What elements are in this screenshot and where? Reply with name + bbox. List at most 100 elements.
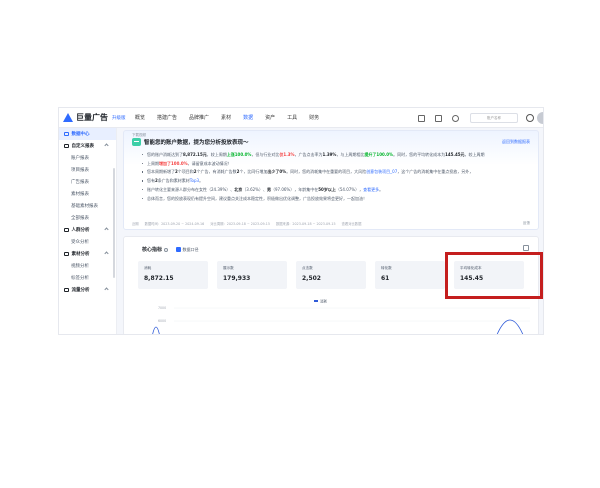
- insight-body: 您的账户消耗达到了8,872.15元，较上周期上涨100.0%，但与行业对比仅1…: [142, 151, 534, 203]
- sidebar-item-6[interactable]: 基础素材报表: [59, 200, 116, 212]
- main-nav: 概览 搭建广告 品牌推广 素材 数据 资产 工具 财务: [129, 114, 325, 121]
- y-tick-7000: 7000: [158, 306, 166, 310]
- user-avatar[interactable]: [537, 112, 543, 124]
- insight-footer-item: 数据时间：2023-09-20 ~ 2024-09-16: [144, 222, 205, 226]
- sidebar-item-5[interactable]: 素材报表: [59, 188, 116, 200]
- insight-text: （97.06%），年龄集中在: [270, 186, 319, 192]
- sidebar-item-label: 素材报表: [71, 192, 89, 197]
- feedback-link[interactable]: 反馈: [523, 221, 530, 226]
- notification-icon[interactable]: [435, 114, 442, 122]
- sidebar-item-10[interactable]: 素材分析: [59, 248, 116, 260]
- kpi-value: 61: [381, 275, 390, 282]
- chevron-up-icon: [104, 287, 109, 292]
- kpi-card[interactable]: 转化数 61: [375, 261, 445, 289]
- nav-item-3[interactable]: 素材: [215, 114, 237, 121]
- insight-text: 提升了100.0%: [364, 152, 394, 157]
- sidebar-item-label: 广告报表: [71, 180, 89, 185]
- insight-footer-item[interactable]: 查看对比数据: [342, 221, 362, 226]
- nav-item-7[interactable]: 财务: [303, 114, 325, 121]
- chevron-up-icon: [104, 227, 109, 232]
- sidebar-item-1[interactable]: 自定义报表: [59, 140, 116, 152]
- sidebar-item-11[interactable]: 视频分析: [59, 260, 116, 272]
- sidebar-item-label: 账户报表: [71, 156, 89, 161]
- insight-text: 条广告和素材素材: [157, 178, 190, 184]
- sidebar-item-12[interactable]: 标签分析: [59, 272, 116, 284]
- insight-text: 。同时，您的平均转化成本为: [393, 152, 446, 157]
- kpi-label: 点击数: [302, 266, 313, 270]
- help-icon[interactable]: [452, 114, 459, 122]
- insight-bullet: 您本周期新增了2个项目和2个广告，有消耗广告数2个，比同行增加出少了0%。同时，…: [142, 168, 534, 175]
- sidebar-item-icon: [64, 251, 69, 257]
- sidebar-item-13[interactable]: 流量分析: [59, 284, 116, 296]
- insight-link[interactable]: 创意包装项目_07: [366, 169, 397, 174]
- top-navigation-bar: 巨量广告 升级版 概览 搭建广告 品牌推广 素材 数据 资产 工具 财务 账户名称: [59, 108, 543, 128]
- data-scope-label[interactable]: 数据口径: [183, 247, 199, 253]
- insight-footer-item: 对比周期：2023-09-18 ~ 2023-09-15: [210, 222, 270, 226]
- insight-bullet: 您有2条广告和素材素材Top3。: [142, 177, 534, 184]
- sidebar: 数据中心自定义报表账户报表项目报表广告报表素材报表基础素材报表全部报表人群分析受…: [59, 128, 117, 334]
- sidebar-item-2[interactable]: 账户报表: [59, 152, 116, 164]
- nav-item-4[interactable]: 数据: [237, 114, 259, 121]
- insight-text: ，较上周期: [464, 152, 485, 157]
- sidebar-item-icon: [64, 287, 69, 293]
- sidebar-item-0[interactable]: 数据中心: [59, 128, 116, 140]
- y-tick-6000: 6000: [158, 319, 166, 323]
- kpi-card[interactable]: 展示数 179,933: [217, 261, 287, 289]
- nav-item-1[interactable]: 搭建广告: [151, 114, 183, 121]
- insight-text: 总体而言，您的投放表现仍有提升空间，建议重点关注成本稳定性，积极做出优化调整，广…: [147, 195, 367, 201]
- sidebar-item-label: 标签分析: [71, 276, 89, 281]
- kpi-label: 展示数: [223, 266, 234, 270]
- checkbox-icon[interactable]: [176, 247, 181, 252]
- logo-text: 巨量广告: [76, 113, 108, 122]
- kpi-card[interactable]: 消耗 8,872.15: [138, 261, 208, 289]
- insight-card: 下载视频 智能您的账户数据，提为您分析投放表现～ 返回到数据报表 您的账户消耗达…: [123, 130, 539, 230]
- nav-item-0[interactable]: 概览: [129, 114, 151, 121]
- info-icon[interactable]: [164, 247, 169, 252]
- sidebar-item-label: 全部报表: [71, 216, 89, 221]
- insight-bullet: 您的账户消耗达到了8,872.15元，较上周期上涨100.0%，但与行业对比仅1…: [142, 151, 534, 158]
- robot-icon: [132, 138, 141, 146]
- insight-title: 智能您的账户数据，提为您分析投放表现～: [144, 140, 249, 146]
- insight-text: ，广告点击率为: [294, 152, 323, 157]
- insight-text: 1.39%: [322, 152, 337, 157]
- insight-text: 增加了100.0%: [159, 160, 188, 166]
- kpi-value: 8,872.15: [144, 275, 174, 282]
- insight-link[interactable]: 查看更多: [363, 187, 379, 192]
- chevron-up-icon: [104, 251, 109, 256]
- legend-label: 消耗: [320, 299, 328, 304]
- sidebar-item-label: 自定义报表: [71, 144, 95, 149]
- insight-footer: 近期 数据时间：2023-09-20 ~ 2024-09-16 对比周期：2023-…: [132, 221, 367, 226]
- nav-item-5[interactable]: 资产: [259, 114, 281, 121]
- insight-footer-item: 近期: [132, 222, 139, 226]
- insight-link[interactable]: Top3: [190, 178, 199, 183]
- sidebar-item-label: 项目报表: [71, 168, 89, 173]
- sidebar-item-3[interactable]: 项目报表: [59, 164, 116, 176]
- sidebar-item-icon: [64, 227, 69, 233]
- account-selector[interactable]: 账户名称: [470, 113, 518, 123]
- insight-footer-item: 数据来源：2023-09-18 ~ 2023-09-15: [275, 222, 336, 226]
- menu-icon[interactable]: [523, 245, 529, 251]
- sidebar-item-label: 流量分析: [71, 288, 90, 293]
- settings-icon[interactable]: [526, 114, 534, 122]
- top-right-tools: 账户名称: [413, 108, 543, 128]
- app-window: 巨量广告 升级版 概览 搭建广告 品牌推广 素材 数据 资产 工具 财务 账户名称 数据中心自…: [58, 107, 544, 335]
- insight-bullet: 账户转化主要来源人群分布在女性（24.39%）、北京（3.62%）、男（97.0…: [142, 186, 534, 193]
- sidebar-item-icon: [64, 143, 69, 149]
- insight-text: 上涨100.0%: [226, 152, 252, 157]
- sidebar-item-8[interactable]: 人群分析: [59, 224, 116, 236]
- sidebar-item-4[interactable]: 广告报表: [59, 176, 116, 188]
- sidebar-item-7[interactable]: 全部报表: [59, 212, 116, 224]
- nav-item-2[interactable]: 品牌推广: [183, 114, 215, 121]
- insight-text: ，与上周期相比: [336, 152, 365, 157]
- insight-bullet: 总体而言，您的投放表现仍有提升空间，建议重点关注成本稳定性，积极做出优化调整，广…: [142, 195, 534, 202]
- trend-chart: 消耗 7000 6000: [152, 299, 530, 334]
- sidebar-item-9[interactable]: 受众分析: [59, 236, 116, 248]
- logo[interactable]: 巨量广告 升级版: [63, 112, 129, 123]
- kpi-card[interactable]: 点击数 2,502: [296, 261, 366, 289]
- insight-text: 。: [379, 186, 384, 192]
- back-to-report-link[interactable]: 返回到数据报表: [502, 139, 530, 145]
- sidebar-item-label: 人群分析: [71, 228, 90, 233]
- kpi-label: 转化数: [381, 266, 392, 270]
- message-icon[interactable]: [418, 114, 425, 122]
- nav-item-6[interactable]: 工具: [281, 114, 303, 121]
